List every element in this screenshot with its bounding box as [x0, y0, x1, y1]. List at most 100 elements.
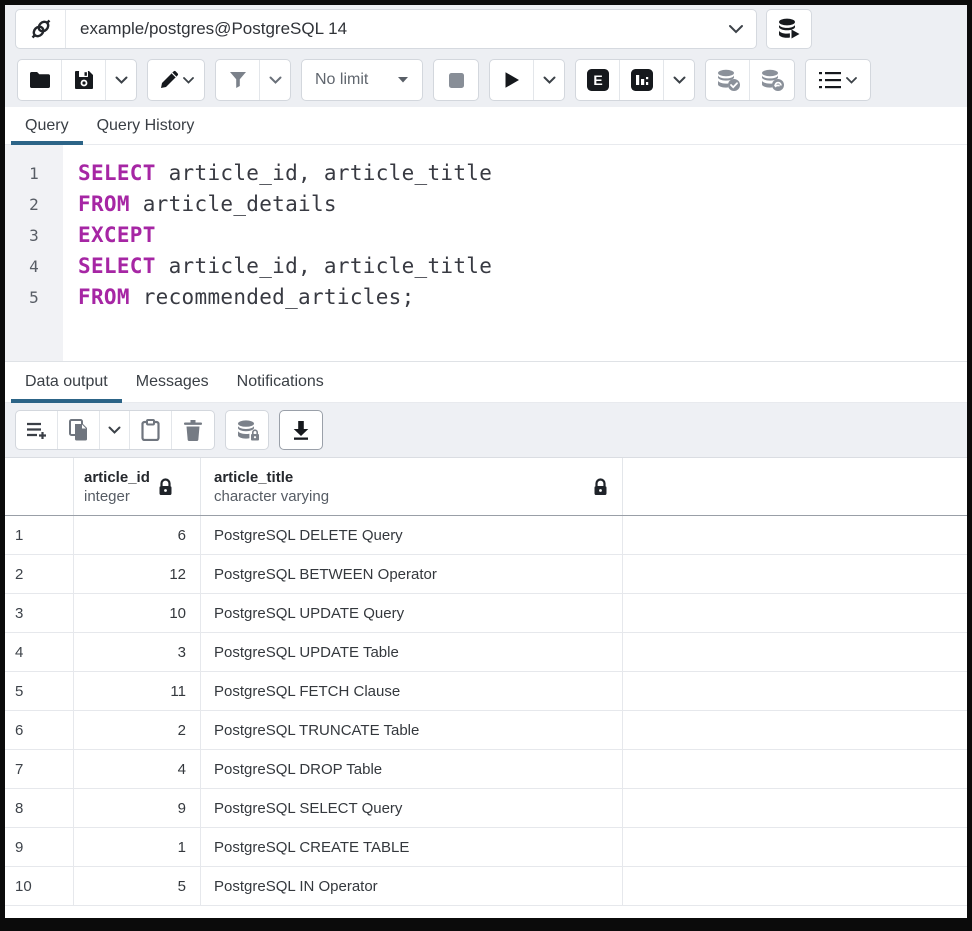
article-title-cell[interactable]: PostgreSQL FETCH Clause — [200, 672, 623, 710]
svg-text:E: E — [593, 72, 602, 88]
open-file-button[interactable] — [18, 60, 62, 100]
save-data-button[interactable] — [226, 411, 268, 449]
add-row-button[interactable] — [16, 411, 58, 449]
editor-tab-bar: Query Query History — [5, 107, 967, 145]
sql-editor[interactable]: 12345 SELECT article_id, article_title F… — [5, 145, 967, 361]
download-group — [279, 410, 323, 450]
tab-query-label: Query — [25, 117, 69, 135]
tab-messages[interactable]: Messages — [122, 362, 223, 402]
new-connection-icon — [776, 17, 802, 41]
new-connection-button[interactable] — [766, 9, 812, 49]
table-row[interactable]: 10 5 PostgreSQL IN Operator — [5, 867, 967, 906]
article-title-cell[interactable]: PostgreSQL IN Operator — [200, 867, 623, 905]
connection-label: example/postgres@PostgreSQL 14 — [66, 19, 716, 39]
article-title-cell[interactable]: PostgreSQL UPDATE Table — [200, 633, 623, 671]
row-number-cell[interactable]: 3 — [5, 594, 73, 632]
article-id-cell[interactable]: 10 — [73, 594, 200, 632]
connection-dropdown[interactable]: example/postgres@PostgreSQL 14 — [15, 9, 757, 49]
column-header-article-title[interactable]: article_title character varying — [200, 458, 623, 515]
edit-button[interactable] — [148, 60, 204, 100]
row-number-cell[interactable]: 6 — [5, 711, 73, 749]
filter-button-group — [215, 59, 291, 101]
table-row[interactable]: 6 2 PostgreSQL TRUNCATE Table — [5, 711, 967, 750]
row-number-header[interactable] — [5, 458, 73, 515]
connection-icon — [16, 10, 66, 48]
tab-query-history-label: Query History — [97, 117, 195, 135]
article-title-cell[interactable]: PostgreSQL TRUNCATE Table — [200, 711, 623, 749]
article-id-cell[interactable]: 4 — [73, 750, 200, 788]
row-number-cell[interactable]: 10 — [5, 867, 73, 905]
sql-text: recommended_articles; — [130, 285, 415, 309]
column-lock-icon — [158, 478, 173, 496]
article-id-cell[interactable]: 11 — [73, 672, 200, 710]
download-button[interactable] — [280, 411, 322, 449]
sql-text: article_id, article_title — [156, 161, 493, 185]
tab-notifications[interactable]: Notifications — [223, 362, 338, 402]
article-title-cell[interactable]: PostgreSQL DROP Table — [200, 750, 623, 788]
article-title-cell[interactable]: PostgreSQL BETWEEN Operator — [200, 555, 623, 593]
commit-button[interactable] — [706, 60, 750, 100]
filter-options-chevron[interactable] — [260, 60, 290, 100]
explain-options-chevron[interactable] — [664, 60, 694, 100]
query-toolbar: No limit E — [5, 53, 967, 107]
column-lock-icon — [593, 478, 608, 496]
tab-data-output[interactable]: Data output — [11, 362, 122, 402]
table-row[interactable]: 4 3 PostgreSQL UPDATE Table — [5, 633, 967, 672]
column-header-article-id[interactable]: article_id integer — [73, 458, 200, 515]
article-id-cell[interactable]: 9 — [73, 789, 200, 827]
macros-chevron-icon — [846, 77, 857, 84]
sql-keyword: FROM — [78, 285, 130, 309]
delete-rows-button[interactable] — [172, 411, 214, 449]
sql-code-area[interactable]: SELECT article_id, article_title FROM ar… — [63, 145, 967, 361]
article-id-cell[interactable]: 2 — [73, 711, 200, 749]
tab-query[interactable]: Query — [11, 107, 83, 144]
line-number: 3 — [5, 220, 63, 251]
rollback-button[interactable] — [750, 60, 794, 100]
output-tab-bar: Data output Messages Notifications — [5, 361, 967, 403]
article-title-cell[interactable]: PostgreSQL SELECT Query — [200, 789, 623, 827]
row-limit-value: No limit — [315, 71, 368, 89]
row-number-cell[interactable]: 1 — [5, 516, 73, 554]
tab-query-history[interactable]: Query History — [83, 107, 209, 144]
row-number-cell[interactable]: 2 — [5, 555, 73, 593]
table-row[interactable]: 7 4 PostgreSQL DROP Table — [5, 750, 967, 789]
explain-button[interactable]: E — [576, 60, 620, 100]
filter-button[interactable] — [216, 60, 260, 100]
article-id-cell[interactable]: 5 — [73, 867, 200, 905]
article-title-cell[interactable]: PostgreSQL UPDATE Query — [200, 594, 623, 632]
save-options-chevron[interactable] — [106, 60, 136, 100]
sql-text: article_details — [130, 192, 337, 216]
grid-edit-group — [15, 410, 215, 450]
row-limit-select[interactable]: No limit — [301, 59, 423, 101]
table-row[interactable]: 1 6 PostgreSQL DELETE Query — [5, 516, 967, 555]
explain-analyze-button[interactable] — [620, 60, 664, 100]
table-row[interactable]: 2 12 PostgreSQL BETWEEN Operator — [5, 555, 967, 594]
copy-options-chevron[interactable] — [100, 411, 130, 449]
table-row[interactable]: 3 10 PostgreSQL UPDATE Query — [5, 594, 967, 633]
article-title-cell[interactable]: PostgreSQL DELETE Query — [200, 516, 623, 554]
stop-button[interactable] — [434, 60, 478, 100]
row-number-cell[interactable]: 4 — [5, 633, 73, 671]
article-id-cell[interactable]: 6 — [73, 516, 200, 554]
copy-button[interactable] — [58, 411, 100, 449]
result-grid-toolbar — [5, 403, 967, 457]
row-number-cell[interactable]: 5 — [5, 672, 73, 710]
article-title-cell[interactable]: PostgreSQL CREATE TABLE — [200, 828, 623, 866]
article-id-cell[interactable]: 1 — [73, 828, 200, 866]
save-file-button[interactable] — [62, 60, 106, 100]
select-arrow-icon — [397, 76, 409, 84]
column-name: article_title — [214, 468, 329, 487]
execute-options-chevron[interactable] — [534, 60, 564, 100]
table-row[interactable]: 9 1 PostgreSQL CREATE TABLE — [5, 828, 967, 867]
row-number-cell[interactable]: 7 — [5, 750, 73, 788]
article-id-cell[interactable]: 3 — [73, 633, 200, 671]
execute-button[interactable] — [490, 60, 534, 100]
row-number-cell[interactable]: 9 — [5, 828, 73, 866]
table-row[interactable]: 5 11 PostgreSQL FETCH Clause — [5, 672, 967, 711]
macros-button[interactable] — [806, 60, 870, 100]
row-number-cell[interactable]: 8 — [5, 789, 73, 827]
paste-button[interactable] — [130, 411, 172, 449]
article-id-cell[interactable]: 12 — [73, 555, 200, 593]
macro-button-group — [805, 59, 871, 101]
table-row[interactable]: 8 9 PostgreSQL SELECT Query — [5, 789, 967, 828]
